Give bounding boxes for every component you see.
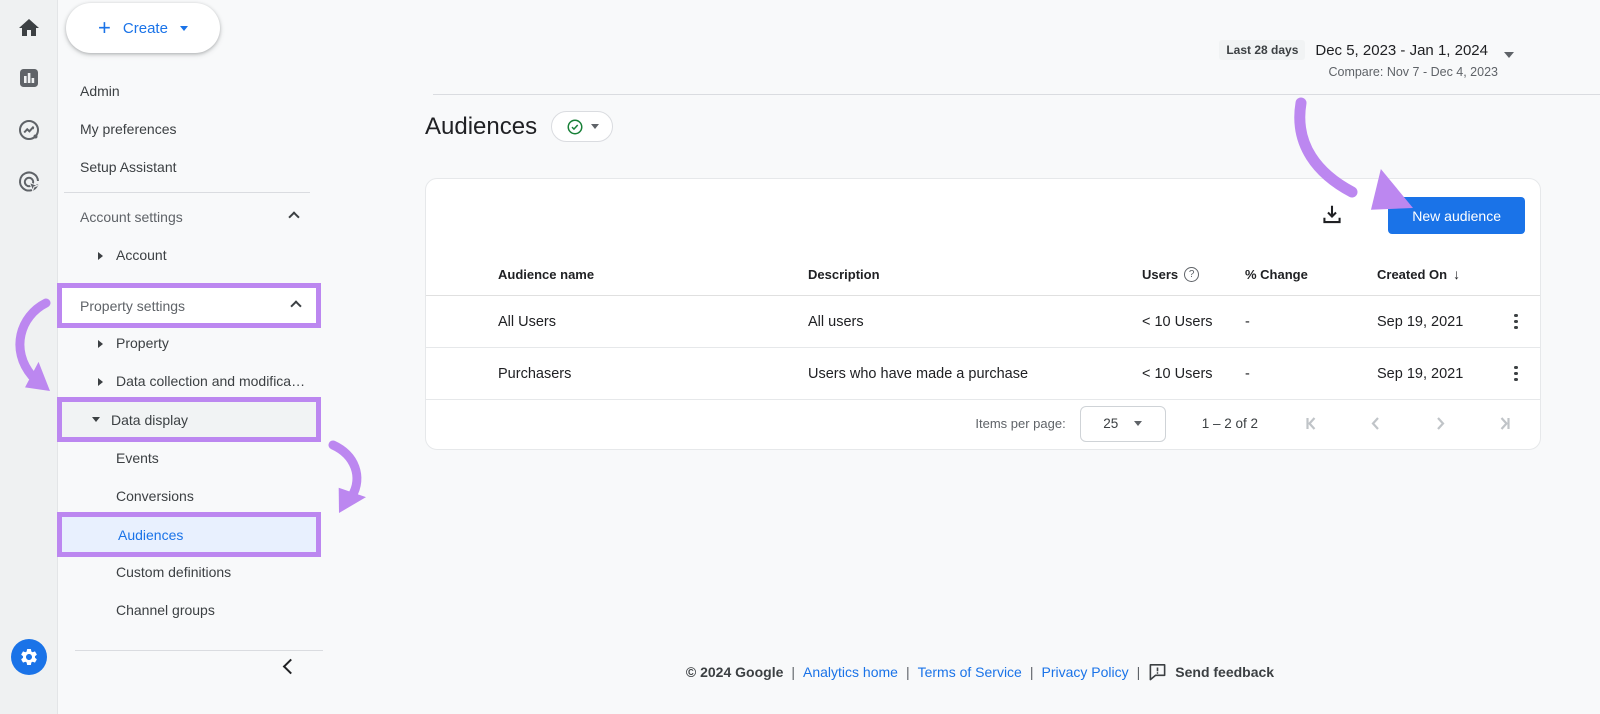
sidebar-item-data-display[interactable]: Data display: [57, 397, 321, 442]
send-feedback-button[interactable]: Send feedback: [1148, 662, 1274, 681]
cell-users: < 10 Users: [1142, 313, 1213, 330]
item-label: Data display: [111, 411, 189, 428]
date-range-compare: Compare: Nov 7 - Dec 4, 2023: [1328, 65, 1498, 79]
chevron-down-icon: [1504, 52, 1514, 58]
copyright-text: © 2024 Google: [685, 663, 784, 680]
sidebar-item-data-collection[interactable]: Data collection and modifica…: [64, 362, 314, 400]
nav-rail: [0, 0, 58, 714]
cell-description: Users who have made a purchase: [808, 365, 1029, 382]
col-audience-name: Audience name: [498, 266, 595, 282]
chevron-up-icon: [288, 211, 300, 223]
page-title: Audiences: [425, 112, 538, 140]
create-button[interactable]: + Create: [66, 3, 220, 53]
section-label: Account settings: [80, 209, 183, 225]
cell-audience-name: All Users: [498, 313, 557, 330]
sidebar-item-conversions[interactable]: Conversions: [64, 477, 314, 515]
pagination-bar: Items per page: 25 1 – 2 of 2: [426, 398, 1540, 449]
page-size-value: 25: [1103, 416, 1119, 431]
sidebar-item-admin[interactable]: Admin: [64, 72, 314, 110]
sidebar-item-events[interactable]: Events: [64, 439, 314, 477]
col-change: % Change: [1245, 266, 1308, 282]
sidebar-item-custom-definitions[interactable]: Custom definitions: [64, 553, 314, 591]
cell-users: < 10 Users: [1142, 365, 1213, 382]
cell-created-on: Sep 19, 2021: [1377, 313, 1464, 330]
new-audience-button[interactable]: New audience: [1388, 197, 1525, 234]
items-per-page-label: Items per page:: [975, 416, 1066, 431]
sidebar-item-property[interactable]: Property: [64, 324, 314, 362]
check-circle-icon: [567, 119, 583, 134]
item-label: Account: [116, 247, 167, 263]
terms-of-service-link[interactable]: Terms of Service: [918, 664, 1022, 680]
chevron-up-icon: [290, 300, 302, 312]
date-range-chip: Last 28 days: [1219, 40, 1306, 60]
analytics-home-link[interactable]: Analytics home: [803, 664, 898, 680]
data-status-badge[interactable]: [551, 111, 614, 142]
cell-description: All users: [808, 313, 864, 330]
next-page-icon[interactable]: [1428, 412, 1452, 436]
page-size-select[interactable]: 25: [1079, 405, 1166, 442]
chevron-down-icon: [1134, 421, 1143, 426]
prev-page-icon[interactable]: [1364, 412, 1388, 436]
advertising-icon[interactable]: [17, 170, 41, 194]
date-range-value: Dec 5, 2023 - Jan 1, 2024: [1315, 41, 1488, 59]
first-page-icon[interactable]: [1300, 412, 1324, 436]
date-range-picker[interactable]: Last 28 days Dec 5, 2023 - Jan 1, 2024 C…: [1219, 40, 1514, 79]
privacy-policy-link[interactable]: Privacy Policy: [1041, 664, 1128, 680]
feedback-icon: [1149, 664, 1166, 681]
footer: © 2024 Google | Analytics home | Terms o…: [685, 662, 1275, 681]
sidebar-item-account[interactable]: Account: [64, 236, 314, 274]
caret-down-icon: [92, 417, 100, 422]
sidebar-item-channel-groups[interactable]: Channel groups: [64, 591, 314, 629]
table-header: Audience name Description Users ? % Chan…: [426, 253, 1540, 296]
reports-icon[interactable]: [17, 66, 41, 90]
send-feedback-label: Send feedback: [1175, 663, 1275, 680]
collapse-sidebar-icon[interactable]: [282, 658, 299, 675]
cell-created-on: Sep 19, 2021: [1377, 365, 1464, 382]
annotation-arrow-datadisplay-to-audiences: [328, 440, 366, 513]
header-divider: [433, 94, 1600, 95]
create-button-label: Create: [122, 19, 168, 37]
sidebar-divider: [75, 650, 323, 651]
last-page-icon[interactable]: [1492, 412, 1516, 436]
col-created-on[interactable]: Created On ↓: [1377, 266, 1507, 282]
cell-change: -: [1245, 365, 1250, 382]
pagination-range: 1 – 2 of 2: [1201, 416, 1258, 431]
audiences-card: New audience Audience name Description U…: [425, 178, 1541, 450]
cell-audience-name: Purchasers: [498, 365, 572, 382]
table-row[interactable]: All Users All users < 10 Users - Sep 19,…: [426, 296, 1540, 348]
row-menu-icon[interactable]: [1507, 362, 1525, 386]
caret-right-icon: [98, 252, 103, 260]
sidebar-item-setup-assistant[interactable]: Setup Assistant: [64, 148, 314, 186]
sort-desc-icon: ↓: [1453, 266, 1461, 282]
sidebar-item-audiences[interactable]: Audiences: [57, 512, 321, 557]
row-menu-icon[interactable]: [1507, 310, 1525, 334]
col-users: Users ?: [1142, 266, 1245, 282]
caret-right-icon: [98, 378, 103, 386]
cell-change: -: [1245, 313, 1250, 330]
sidebar-section-account-settings[interactable]: Account settings: [64, 198, 314, 236]
item-label: Property: [116, 335, 169, 351]
explore-icon[interactable]: [17, 118, 41, 142]
sidebar-item-my-preferences[interactable]: My preferences: [64, 110, 314, 148]
home-icon[interactable]: [17, 16, 41, 40]
sidebar-divider: [64, 192, 310, 193]
caret-right-icon: [98, 340, 103, 348]
download-icon[interactable]: [1319, 202, 1345, 228]
col-description: Description: [808, 266, 880, 282]
chevron-down-icon: [179, 25, 188, 31]
admin-gear-icon[interactable]: [11, 639, 47, 675]
item-label: Audiences: [118, 526, 184, 543]
chevron-down-icon: [590, 124, 599, 129]
item-label: Data collection and modifica…: [116, 373, 306, 389]
table-row[interactable]: Purchasers Users who have made a purchas…: [426, 348, 1540, 400]
plus-icon: +: [98, 15, 111, 40]
section-label: Property settings: [80, 297, 186, 314]
sidebar-section-property-settings[interactable]: Property settings: [57, 283, 321, 328]
help-icon[interactable]: ?: [1184, 266, 1200, 282]
